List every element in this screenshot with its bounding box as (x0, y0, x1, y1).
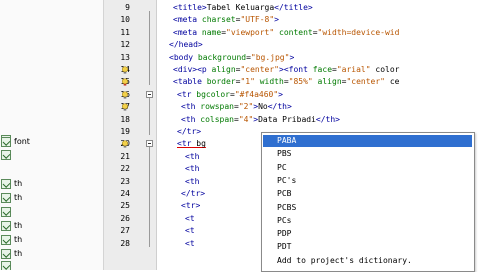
line-number: 27 (120, 226, 130, 236)
hint-bulb-icon[interactable] (121, 91, 129, 99)
code-line[interactable]: <tr bg (177, 138, 206, 150)
code-line[interactable]: <tr> (181, 200, 200, 212)
check-icon (1, 249, 11, 259)
code-line[interactable]: </tr> (181, 188, 205, 200)
project-tree-panel: font th th th th th (0, 0, 104, 270)
check-icon (1, 179, 11, 189)
code-line[interactable]: <th (185, 163, 199, 175)
tree-row[interactable] (0, 149, 103, 161)
check-icon (1, 221, 11, 231)
tree-row[interactable]: th (0, 248, 103, 260)
code-line[interactable]: </tr> (177, 126, 201, 138)
check-icon (1, 235, 11, 245)
check-icon (1, 137, 11, 147)
add-to-dictionary-item[interactable]: Add to project's dictionary. (263, 255, 472, 267)
tree-row-label: th (14, 221, 23, 230)
code-line[interactable]: <th colspan="4">Data Pribadi</th> (181, 114, 340, 126)
line-number: 26 (120, 213, 130, 223)
suggestion-item[interactable]: PABA (263, 135, 472, 147)
tree-row-label: font (14, 137, 30, 146)
code-line[interactable]: <table border="1" width="85%" align="cen… (173, 76, 399, 88)
tree-row-label: th (14, 193, 23, 202)
check-icon (1, 261, 11, 270)
hint-bulb-icon[interactable] (121, 78, 129, 86)
tree-row[interactable]: th (0, 178, 103, 190)
code-line[interactable]: <body background="bg.jpg"> (169, 52, 294, 64)
fold-toggle-icon[interactable] (146, 140, 153, 148)
check-icon (1, 150, 11, 160)
code-line[interactable]: <th rowspan="2">No</th> (181, 101, 292, 113)
line-number: 11 (120, 27, 130, 37)
fold-guide (149, 147, 150, 247)
hint-bulb-icon[interactable] (121, 66, 129, 74)
suggestion-item[interactable]: PCs (263, 215, 472, 227)
line-number: 13 (120, 52, 130, 62)
line-number: 28 (120, 238, 130, 248)
suggestion-item[interactable]: PC (263, 162, 472, 174)
tree-row[interactable]: th (0, 220, 103, 232)
code-line[interactable]: <t (185, 213, 195, 225)
check-icon (1, 193, 11, 203)
tree-row[interactable]: th (0, 234, 103, 246)
hint-bulb-icon[interactable] (121, 140, 129, 148)
code-line[interactable]: <tr bgcolor="#f4a460"> (177, 89, 283, 101)
code-line[interactable]: <title>Tabel Keluarga</title> (173, 2, 313, 14)
code-line[interactable]: <meta name="viewport" content="width=dev… (173, 27, 399, 39)
hint-bulb-icon[interactable] (121, 103, 129, 111)
code-line[interactable]: <meta charset="UTF-8"> (173, 14, 279, 26)
check-icon (1, 207, 11, 217)
line-number: 19 (120, 127, 130, 136)
tree-row[interactable]: th (0, 192, 103, 204)
suggestion-item[interactable]: PDP (263, 228, 472, 240)
line-number: 23 (120, 176, 130, 186)
tree-row-label: th (14, 179, 23, 188)
code-line[interactable]: <t (185, 225, 195, 237)
code-line[interactable]: <th (185, 176, 199, 188)
tree-row-label: th (14, 235, 23, 244)
code-line[interactable]: <div><p align="center"><font face="arial… (173, 64, 399, 76)
line-number: 18 (120, 114, 130, 124)
line-number: 10 (120, 15, 130, 25)
suggestion-item[interactable]: PCB (263, 188, 472, 200)
tree-row[interactable] (0, 206, 103, 218)
line-number: 25 (120, 201, 130, 211)
suggestion-item[interactable]: PCBS (263, 202, 472, 214)
line-number: 9 (125, 3, 130, 12)
spellcheck-suggestion-popup: PABA PBS PC PC's PCB PCBS PCs PDP PDT Add to proj… (261, 132, 475, 272)
suggestion-item[interactable]: PDT (263, 241, 472, 253)
fold-guide (149, 11, 150, 86)
suggestion-item[interactable]: PC's (263, 175, 472, 187)
code-line[interactable]: <th (185, 151, 199, 163)
line-number: 12 (120, 40, 130, 50)
line-number: 21 (120, 151, 130, 161)
tree-row[interactable]: font (0, 136, 103, 148)
tree-row[interactable] (0, 260, 103, 270)
fold-guide (149, 97, 150, 135)
suggestion-item[interactable]: PBS (263, 148, 472, 160)
line-number: 24 (120, 189, 130, 198)
line-number-gutter: 910111213141516171819202122232425262728 (104, 0, 157, 270)
code-line[interactable]: </head> (169, 39, 203, 51)
code-line[interactable]: <t (185, 238, 195, 250)
tree-row-label: th (14, 249, 23, 258)
fold-toggle-icon[interactable] (146, 90, 153, 98)
line-number: 22 (120, 164, 130, 174)
